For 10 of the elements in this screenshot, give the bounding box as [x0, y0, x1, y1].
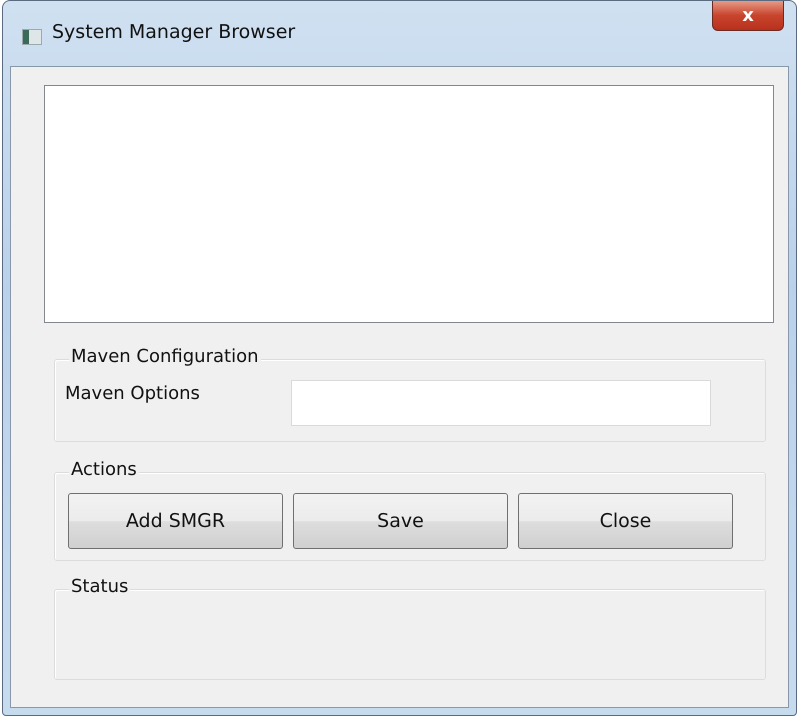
group-label: Maven Configuration — [69, 346, 260, 367]
window-title: System Manager Browser — [52, 21, 296, 43]
action-button[interactable]: Add SMGR — [68, 493, 283, 549]
action-button[interactable]: Save — [293, 493, 508, 549]
app-icon — [22, 29, 42, 45]
input-field[interactable] — [291, 380, 711, 426]
list-box[interactable] — [44, 85, 774, 323]
field-label: Maven Options — [65, 383, 201, 404]
action-button[interactable]: Close — [518, 493, 733, 549]
window-close-button[interactable]: x — [712, 1, 784, 31]
